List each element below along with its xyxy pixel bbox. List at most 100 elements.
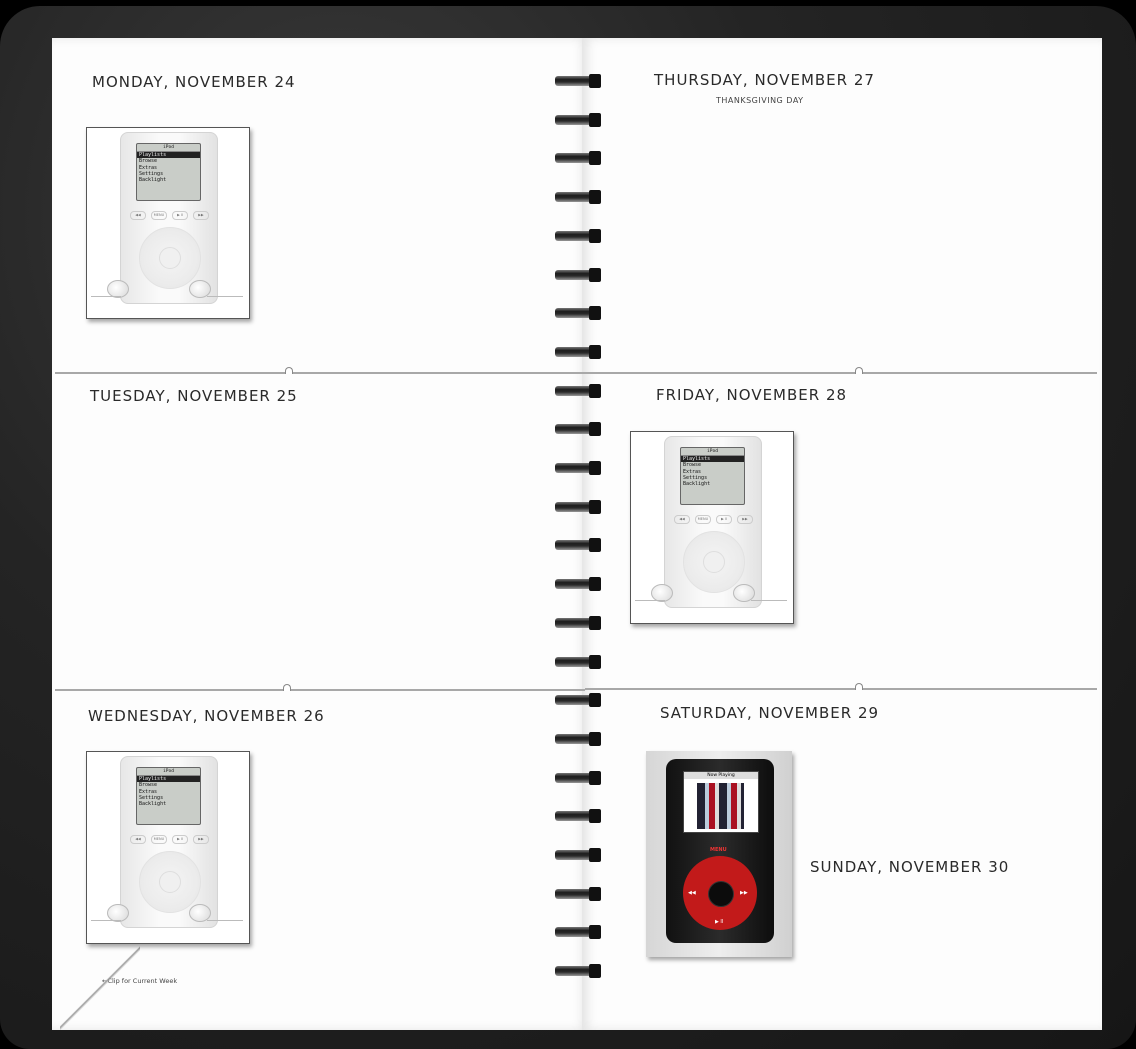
divider-notch: [855, 683, 863, 690]
forward-button-icon: ▶▶: [193, 211, 209, 220]
day-heading-wednesday: WEDNESDAY, NOVEMBER 26: [88, 707, 325, 725]
forward-button-icon: ▶▶: [737, 515, 753, 524]
ipod-photo-monday: iPod Playlists Browse Extras Settings Ba…: [86, 127, 250, 319]
spiral-ring-hole: [589, 731, 601, 746]
click-wheel-center: [159, 247, 181, 269]
spiral-ring-hole: [589, 267, 601, 282]
day-heading-friday: FRIDAY, NOVEMBER 28: [656, 386, 848, 404]
ipod-screen-title: iPod: [681, 448, 744, 456]
menu-button-icon: MENU: [151, 211, 167, 220]
spiral-ring: [555, 344, 601, 359]
spiral-ring: [555, 809, 601, 824]
spiral-ring: [555, 499, 601, 514]
ipod-classic-body: iPod Playlists Browse Extras Settings Ba…: [664, 436, 762, 608]
day-heading-tuesday: TUESDAY, NOVEMBER 25: [90, 387, 298, 405]
play-pause-button-icon: ▶ II: [172, 211, 188, 220]
ipod-menu-item: Backlight: [139, 177, 167, 184]
spiral-ring: [555, 693, 601, 708]
ipod-screen: iPod Playlists Browse Extras Settings Ba…: [136, 143, 201, 201]
spiral-ring: [555, 383, 601, 398]
spiral-ring: [555, 461, 601, 475]
ipod-button-row: ◀◀ MENU ▶ II ▶▶: [130, 211, 209, 220]
spiral-ring-hole: [589, 964, 601, 979]
earbud-cord: [207, 296, 243, 297]
spiral-ring: [555, 731, 601, 746]
spiral-ring-hole: [589, 383, 601, 398]
planner-spread: MONDAY, NOVEMBER 24 TUESDAY, NOVEMBER 25…: [0, 0, 1136, 1049]
spiral-ring-hole: [589, 112, 601, 127]
menu-button-icon: MENU: [151, 835, 167, 844]
spiral-ring-hole: [589, 228, 601, 243]
spiral-ring: [555, 538, 601, 553]
spiral-ring-hole: [589, 693, 601, 708]
divider-left-2: [55, 689, 585, 691]
spiral-ring-hole: [589, 499, 601, 514]
spiral-ring: [555, 306, 601, 321]
spiral-ring-hole: [589, 886, 601, 901]
divider-notch: [285, 367, 293, 374]
earbud-cord: [635, 600, 665, 601]
earbud-cord: [91, 296, 121, 297]
spiral-ring-hole: [589, 809, 601, 824]
click-wheel-center: [703, 551, 725, 573]
spiral-ring: [555, 770, 601, 785]
rewind-icon: ◀◀: [688, 890, 696, 896]
spiral-ring: [555, 848, 601, 862]
earbud-cord: [751, 600, 787, 601]
divider-left-1: [55, 372, 585, 374]
spiral-ring-hole: [589, 848, 601, 862]
day-heading-monday: MONDAY, NOVEMBER 24: [92, 73, 296, 91]
spiral-ring: [555, 190, 601, 205]
rewind-button-icon: ◀◀: [674, 515, 690, 524]
spiral-ring-hole: [589, 74, 601, 88]
click-wheel-center: [708, 881, 734, 907]
ipod-photo-friday: iPod Playlists Browse Extras Settings Ba…: [630, 431, 794, 624]
spiral-ring: [555, 925, 601, 940]
spiral-ring: [555, 267, 601, 282]
spiral-ring-hole: [589, 422, 601, 437]
divider-notch: [283, 684, 291, 691]
ipod-menu-item: Backlight: [683, 481, 711, 488]
spiral-ring: [555, 886, 601, 901]
divider-notch: [855, 367, 863, 374]
spiral-ring: [555, 112, 601, 127]
forward-button-icon: ▶▶: [193, 835, 209, 844]
menu-label: MENU: [710, 847, 727, 853]
ipod-u2-body: Now Playing MENU ◀◀ ▶▶ ▶ II: [666, 759, 774, 943]
play-pause-button-icon: ▶ II: [716, 515, 732, 524]
spiral-ring-hole: [589, 344, 601, 359]
spiral-ring-hole: [589, 306, 601, 321]
ipod-screen: iPod Playlists Browse Extras Settings Ba…: [136, 767, 201, 825]
ipod-button-row: ◀◀ MENU ▶ II ▶▶: [674, 515, 753, 524]
ipod-photo-wednesday: iPod Playlists Browse Extras Settings Ba…: [86, 751, 250, 944]
forward-icon: ▶▶: [740, 890, 748, 896]
spiral-ring: [555, 228, 601, 243]
ipod-classic-body: iPod Playlists Browse Extras Settings Ba…: [120, 756, 218, 928]
spiral-ring-hole: [589, 615, 601, 630]
spiral-ring-hole: [589, 577, 601, 592]
spiral-ring-hole: [589, 770, 601, 785]
now-playing-bar: Now Playing: [684, 772, 758, 779]
spiral-ring-hole: [589, 538, 601, 553]
play-pause-button-icon: ▶ II: [172, 835, 188, 844]
earbud-cord: [207, 920, 243, 921]
page-corner-cut: [60, 945, 140, 1030]
spiral-ring-hole: [589, 151, 601, 166]
spiral-ring: [555, 654, 601, 669]
menu-button-icon: MENU: [695, 515, 711, 524]
ipod-menu-item: Backlight: [139, 801, 167, 808]
ipod-screen: iPod Playlists Browse Extras Settings Ba…: [680, 447, 745, 505]
divider-right-1: [585, 372, 1097, 374]
day-heading-saturday: SATURDAY, NOVEMBER 29: [660, 704, 880, 722]
day-heading-sunday: SUNDAY, NOVEMBER 30: [810, 858, 1010, 876]
ipod-screen-title: iPod: [137, 768, 200, 776]
spiral-ring: [555, 74, 601, 88]
spiral-ring: [555, 422, 601, 437]
spiral-ring: [555, 615, 601, 630]
day-heading-thursday: THURSDAY, NOVEMBER 27: [654, 71, 875, 89]
ipod-classic-body: iPod Playlists Browse Extras Settings Ba…: [120, 132, 218, 304]
rewind-button-icon: ◀◀: [130, 835, 146, 844]
spiral-ring: [555, 577, 601, 592]
spiral-ring: [555, 151, 601, 166]
play-pause-icon: ▶ II: [715, 919, 724, 925]
